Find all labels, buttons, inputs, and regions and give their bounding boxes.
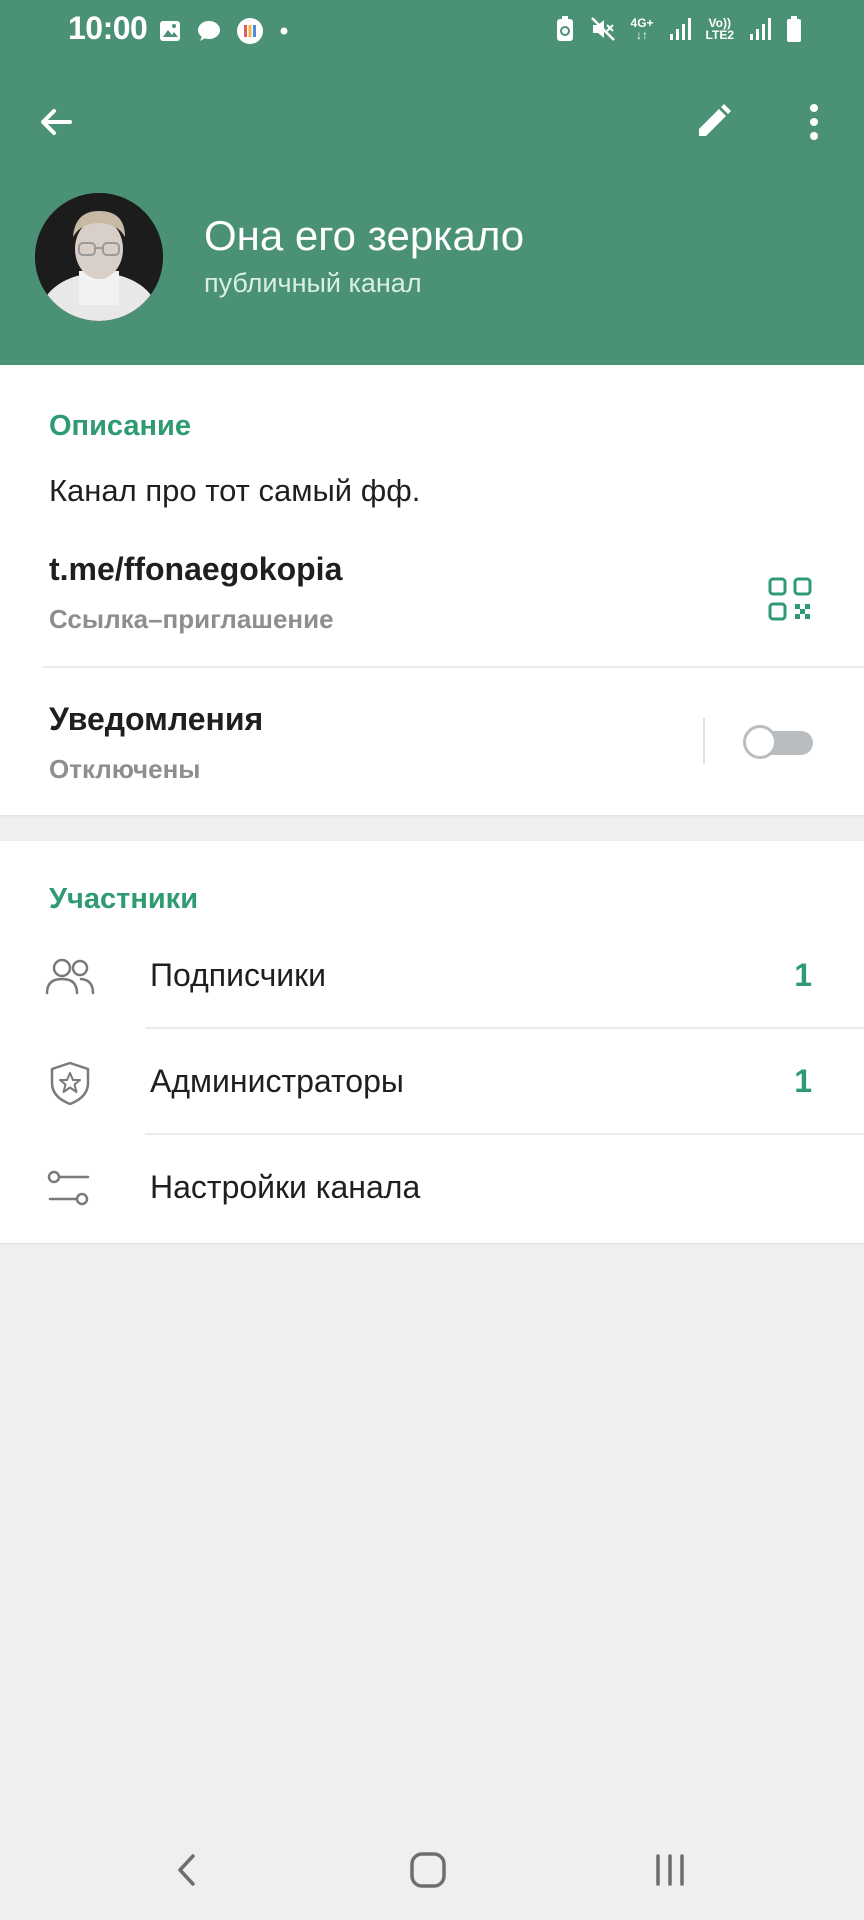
administrators-label: Администраторы xyxy=(150,1063,404,1099)
channel-settings-row[interactable]: Настройки канала xyxy=(0,1135,864,1241)
notifications-state: Отключены xyxy=(49,754,201,784)
recents-icon xyxy=(656,1854,684,1886)
arrow-back-icon xyxy=(41,109,72,135)
chevron-left-icon xyxy=(178,1854,195,1886)
administrators-row[interactable]: Администраторы 1 xyxy=(0,1029,864,1135)
signal-icon-2 xyxy=(750,18,771,40)
administrators-count: 1 xyxy=(794,1063,812,1099)
subscribers-count: 1 xyxy=(794,957,812,993)
vertical-divider xyxy=(703,718,705,764)
subscribers-label: Подписчики xyxy=(150,957,327,993)
status-bar: 10:00 4G+ ↓↑ Vo)) LTE2 xyxy=(0,0,864,62)
back-button[interactable] xyxy=(24,90,88,154)
channel-header: 10:00 4G+ ↓↑ Vo)) LTE2 Она его зеркало п… xyxy=(0,0,864,365)
channel-settings-label: Настройки канала xyxy=(150,1169,421,1205)
description-text: Канал про тот самый фф. xyxy=(49,473,421,508)
mute-icon xyxy=(590,17,615,41)
gallery-icon xyxy=(160,21,180,41)
sliders-icon xyxy=(47,1170,90,1206)
divider xyxy=(43,666,864,668)
chat-icon xyxy=(198,21,220,41)
qr-code-icon xyxy=(768,577,812,621)
battery-icon xyxy=(787,16,801,42)
info-card: Описание Канал про тот самый фф. t.me/ff… xyxy=(0,365,864,815)
notifications-label[interactable]: Уведомления xyxy=(49,701,263,738)
nav-back-button[interactable] xyxy=(156,1840,216,1900)
signal-icon xyxy=(669,18,691,40)
qr-code-button[interactable] xyxy=(760,569,820,629)
pencil-icon xyxy=(699,104,731,136)
shield-star-icon xyxy=(50,1061,90,1105)
invite-link-caption: Ссылка–приглашение xyxy=(49,604,334,634)
members-card: Участники Подписчики 1 Администраторы 1 … xyxy=(0,841,864,1243)
more-vertical-icon xyxy=(810,104,818,140)
status-time: 10:00 xyxy=(68,10,148,46)
invite-link[interactable]: t.me/ffonaegokopia xyxy=(49,551,342,588)
toggle-knob xyxy=(743,725,777,759)
avatar-photo xyxy=(35,193,163,321)
app-notification-icon xyxy=(237,18,263,44)
more-menu-button[interactable] xyxy=(782,90,846,154)
channel-title: Она его зеркало xyxy=(204,212,525,259)
nav-home-button[interactable] xyxy=(398,1840,458,1900)
channel-avatar[interactable] xyxy=(35,193,163,321)
members-heading: Участники xyxy=(49,883,199,915)
notifications-toggle[interactable] xyxy=(743,725,813,759)
people-icon xyxy=(45,958,95,995)
nav-recents-button[interactable] xyxy=(640,1840,700,1900)
home-square-icon xyxy=(410,1852,446,1888)
channel-type: публичный канал xyxy=(204,268,422,298)
dot-icon xyxy=(280,27,288,35)
system-nav-bar xyxy=(0,1810,864,1920)
lte2-label: Vo)) LTE2 xyxy=(705,16,734,42)
description-heading: Описание xyxy=(49,410,191,442)
subscribers-row[interactable]: Подписчики 1 xyxy=(0,923,864,1029)
edit-button[interactable] xyxy=(681,90,745,154)
network-type: 4G+ ↓↑ xyxy=(630,16,654,42)
battery-saver-icon xyxy=(556,16,573,41)
